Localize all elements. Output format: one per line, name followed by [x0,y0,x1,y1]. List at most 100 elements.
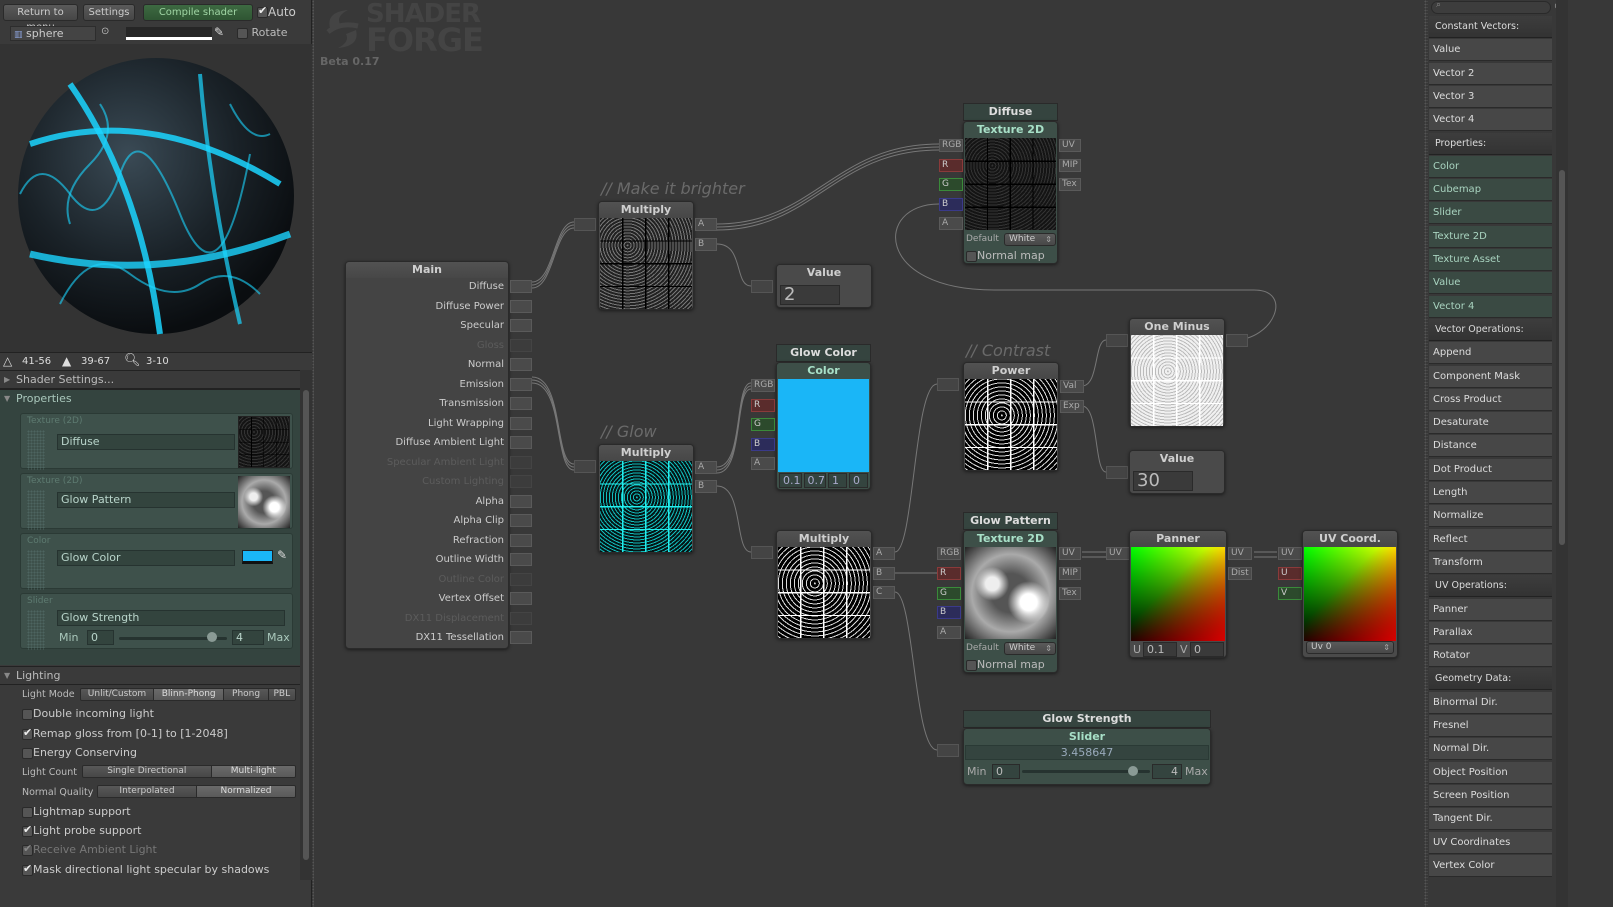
node-list-item[interactable]: Normalize [1429,505,1552,528]
node-list-item[interactable]: Vertex Color [1429,854,1552,877]
input-connector[interactable] [751,280,773,293]
light-mode-phong[interactable]: Phong [224,689,269,700]
multiply-glow-node[interactable]: Multiply [598,444,694,553]
value-field[interactable]: 30 [1133,471,1193,491]
main-input-port[interactable] [510,358,532,371]
drag-handle[interactable] [27,550,45,590]
main-input-row[interactable]: Light Wrapping [346,415,532,434]
power-node[interactable]: Power [963,362,1059,471]
color-swatch[interactable] [242,550,273,564]
main-input-row[interactable]: Alpha [346,493,532,512]
port-uv-out[interactable]: UV [1228,547,1252,560]
property-name-label[interactable]: Diffuse [963,103,1058,121]
port-exp[interactable]: Exp [1060,400,1084,413]
port-a[interactable]: A [695,218,717,231]
settings-button[interactable]: Settings [83,4,135,21]
normal-quality-selector[interactable]: Interpolated Normalized [97,785,296,798]
main-input-port[interactable] [510,377,532,391]
node-list-item[interactable]: Vector 4 [1429,109,1552,132]
main-input-row[interactable]: Diffuse [346,278,532,297]
port-b[interactable]: B [939,198,963,211]
main-input-row[interactable]: Outline Width [346,551,532,570]
node-list-item[interactable]: Transform [1429,551,1552,574]
node-list-item[interactable]: Vector 3 [1429,85,1552,108]
main-input-port[interactable] [510,592,532,605]
checkbox[interactable] [966,250,977,262]
port-rgb[interactable]: RGB [751,379,775,392]
uv-coord-node[interactable]: UV Coord. Uv 0 [1302,530,1398,658]
comment-glow[interactable]: // Glow [601,422,657,441]
port-a[interactable]: A [873,547,895,560]
node-search-input[interactable]: ⌕ [1431,0,1551,14]
u-speed-field[interactable]: 0.1 [1143,642,1177,657]
property-name-label[interactable]: Glow Pattern [963,512,1058,530]
property-name-label[interactable]: Glow Color [776,344,871,362]
main-input-row[interactable]: Outline Color [346,571,532,590]
node-list-item[interactable]: Tangent Dir. [1429,808,1552,831]
main-input-port[interactable] [510,514,532,527]
node-list-item[interactable]: Vector 2 [1429,62,1552,85]
main-input-port[interactable] [510,416,532,430]
main-input-row[interactable]: DX11 Displacement [346,610,532,629]
eyedropper-icon[interactable]: ✎ [214,25,224,39]
port-mip[interactable]: MIP [1059,567,1081,580]
max-field[interactable]: 4 [1152,764,1182,779]
port-uv-in[interactable]: UV [1106,547,1130,560]
main-input-port[interactable] [510,436,532,449]
glow-pattern-texture-node[interactable]: Texture 2D Default White Normal map [963,530,1058,673]
max-field[interactable]: 4 [232,630,264,645]
port-a[interactable]: A [937,626,961,639]
property-diffuse[interactable]: Texture (2D) Diffuse [20,413,293,470]
light-count-multi[interactable]: Multi-light [211,766,295,777]
port-rgb[interactable]: RGB [939,139,963,152]
drag-handle[interactable] [27,490,45,530]
property-name-label[interactable]: Glow Strength [963,710,1211,728]
port-r[interactable]: R [939,159,963,172]
port-b[interactable]: B [751,438,775,451]
uv-channel-dropdown[interactable]: Uv 0 [1306,641,1394,654]
property-name-field[interactable]: Diffuse [57,434,235,450]
auto-checkbox[interactable] [257,4,268,18]
color-r-field[interactable]: 0.1 [779,473,802,488]
node-list-item[interactable]: Vector 4 [1429,295,1552,318]
main-input-row[interactable]: DX11 Tessellation [346,629,532,648]
checkbox[interactable] [22,823,33,837]
property-name-field[interactable]: Glow Pattern [57,492,235,508]
drag-handle[interactable] [27,610,45,650]
port-uv[interactable]: UV [1278,547,1302,560]
main-input-row[interactable]: Diffuse Ambient Light [346,434,532,453]
rotate-toggle[interactable]: Rotate [237,26,288,39]
normal-map-toggle[interactable]: Normal map [966,249,1045,262]
lightmap-support-option[interactable]: Lightmap support [22,805,131,818]
main-input-port[interactable] [510,397,532,410]
rotate-checkbox[interactable] [237,27,248,39]
normal-quality-normalized[interactable]: Normalized [197,786,295,797]
port-v[interactable]: V [1278,587,1302,600]
slider-thumb[interactable] [1127,766,1138,776]
node-list-item[interactable]: Fresnel [1429,715,1552,737]
shader-preview[interactable] [0,44,312,352]
input-connector[interactable] [1106,466,1128,479]
node-list-item[interactable]: Binormal Dir. [1429,691,1552,714]
default-dropdown[interactable]: White [1004,642,1056,655]
node-list-item[interactable]: Slider [1429,202,1552,225]
glow-color-node[interactable]: Color 0.1 0.7 1 0 [776,362,871,490]
node-list-item[interactable]: Normal Dir. [1429,738,1552,761]
glow-strength-slider-node[interactable]: Slider 3.458647 Min 0 4 Max [963,728,1211,785]
main-input-row[interactable]: Custom Lighting [346,473,532,492]
light-mode-blinn-phong[interactable]: Blinn-Phong [153,689,225,700]
node-list-item[interactable]: Texture Asset [1429,249,1552,271]
light-mode-unlit[interactable]: Unlit/Custom [81,689,154,700]
diffuse-texture-node[interactable]: Texture 2D Default White Normal map [963,121,1058,264]
properties-section[interactable]: Properties [0,389,300,408]
main-input-row[interactable]: Diffuse Power [346,298,532,317]
port-g[interactable]: G [751,418,775,431]
node-list-item[interactable]: Texture 2D [1429,225,1552,248]
port-b[interactable]: B [695,238,717,251]
port-c[interactable]: C [873,586,895,599]
color-g-field[interactable]: 0.7 [803,473,826,488]
port-uv[interactable]: UV [1059,139,1081,152]
checkbox[interactable] [22,747,33,759]
color-a-field[interactable]: 0 [849,473,868,488]
checkbox[interactable] [22,862,33,876]
